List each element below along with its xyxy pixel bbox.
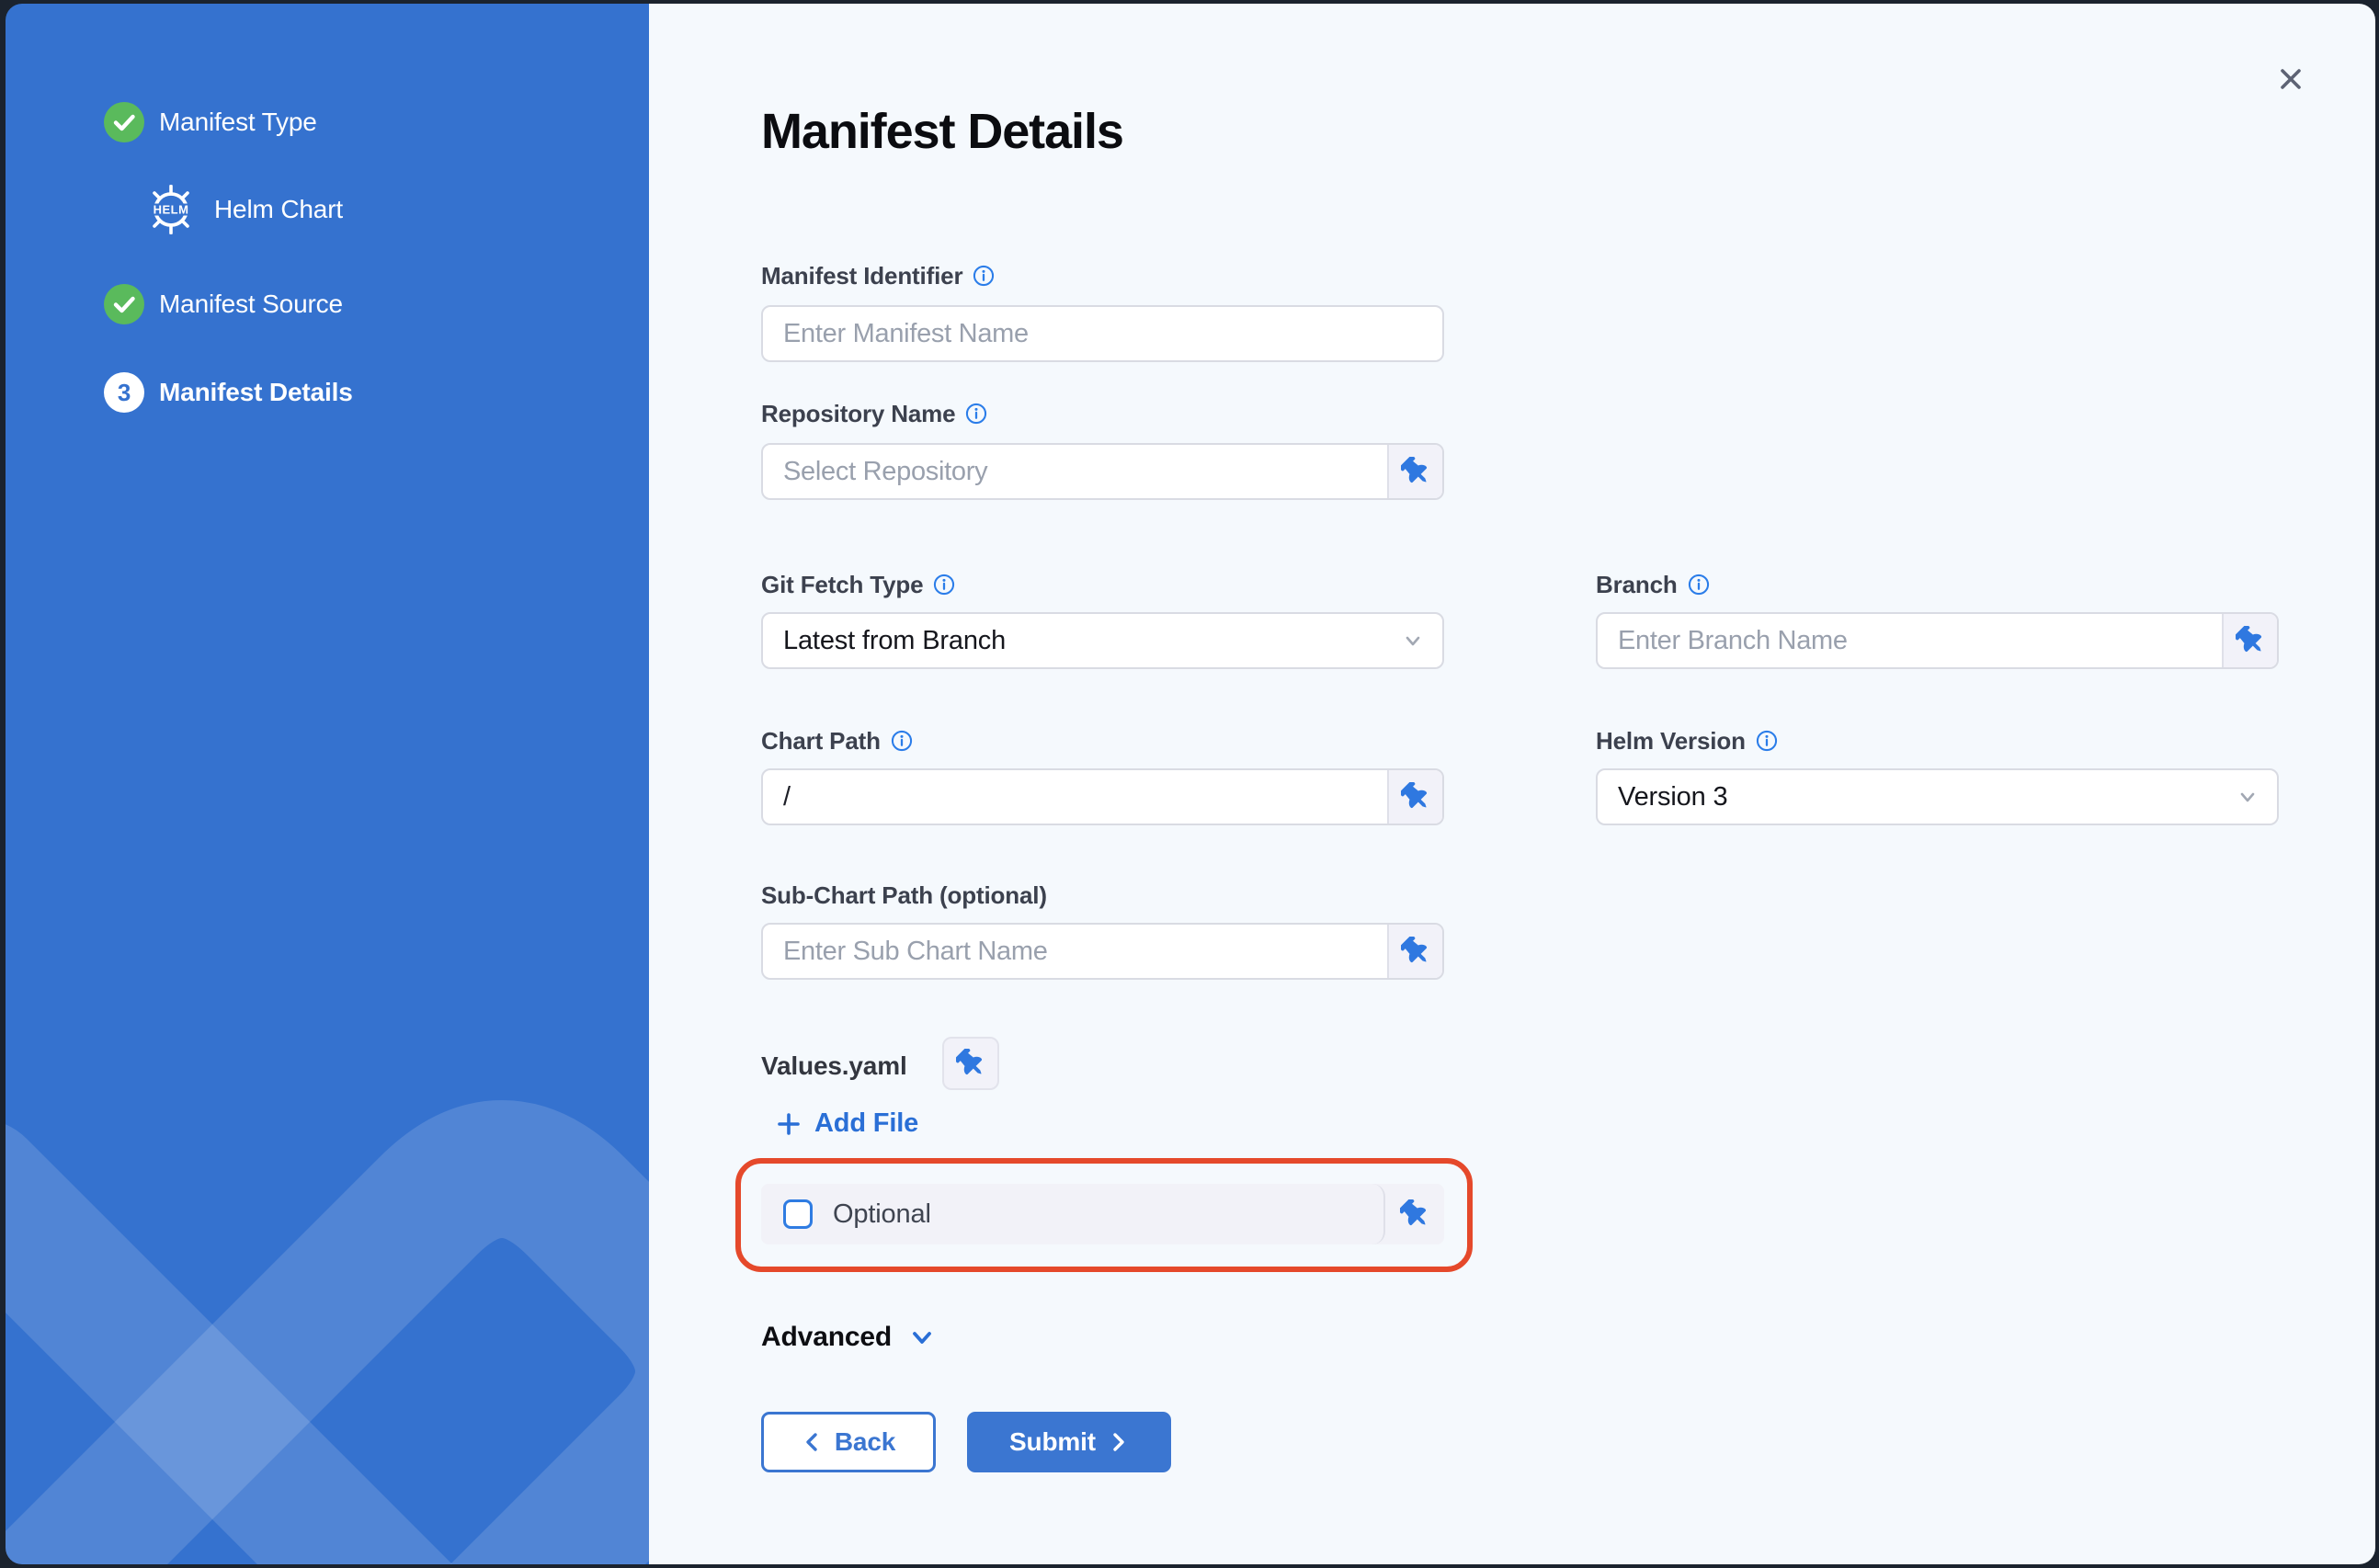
- git-fetch-type-label: Git Fetch Type: [761, 570, 956, 599]
- sidebar-step-manifest-type[interactable]: Manifest Type: [104, 102, 317, 142]
- wizard-sidebar: Manifest Type HELM Helm Chart: [6, 4, 649, 1564]
- pin-runtime-input-button[interactable]: [1387, 770, 1442, 824]
- manifest-identifier-input[interactable]: [763, 307, 1442, 360]
- pin-runtime-input-button[interactable]: [1387, 925, 1442, 978]
- sidebar-step-manifest-details[interactable]: 3 Manifest Details: [104, 372, 353, 413]
- repository-name-input[interactable]: [763, 445, 1387, 498]
- pin-runtime-input-button[interactable]: [1385, 1184, 1444, 1244]
- label-text: Sub-Chart Path (optional): [761, 881, 1047, 910]
- optional-checkbox-label: Optional: [833, 1199, 931, 1230]
- back-label: Back: [835, 1427, 895, 1457]
- pin-icon: [1401, 782, 1430, 812]
- label-text: Repository Name: [761, 400, 955, 428]
- chevron-right-icon: [1107, 1431, 1129, 1453]
- check-icon: [104, 102, 144, 142]
- values-yaml-pin-button[interactable]: [942, 1037, 999, 1090]
- check-icon: [104, 102, 144, 142]
- page-title: Manifest Details: [761, 103, 1123, 160]
- add-file-button[interactable]: Add File: [776, 1108, 918, 1139]
- sidebar-selected-type-helm-chart: HELM Helm Chart: [146, 185, 343, 234]
- helm-version-select[interactable]: Version 3: [1596, 768, 2279, 825]
- pin-icon: [1401, 457, 1430, 486]
- step-label: Manifest Details: [159, 378, 353, 407]
- info-icon[interactable]: [1687, 573, 1711, 597]
- optional-row-body: Optional: [761, 1184, 1385, 1244]
- submit-button[interactable]: Submit: [967, 1412, 1171, 1472]
- pin-icon: [2236, 626, 2265, 655]
- chart-path-field: [761, 768, 1444, 825]
- pin-icon: [1401, 937, 1430, 966]
- manifest-details-panel: Manifest Details Manifest Identifier Rep…: [649, 4, 2375, 1564]
- repository-name-label: Repository Name: [761, 399, 988, 428]
- label-text: Branch: [1596, 571, 1678, 599]
- helm-icon: HELM: [146, 185, 196, 234]
- pin-icon: [1400, 1199, 1429, 1229]
- chevron-down-icon: [1398, 626, 1428, 655]
- brand-watermark: [6, 820, 649, 1564]
- repository-name-field: [761, 443, 1444, 500]
- pin-runtime-input-button[interactable]: [2222, 614, 2277, 667]
- info-icon[interactable]: [890, 729, 914, 753]
- chevron-down-icon: [2233, 782, 2262, 812]
- branch-field: [1596, 612, 2279, 669]
- check-icon: [104, 284, 144, 324]
- chevron-left-icon: [802, 1431, 824, 1453]
- chart-path-input[interactable]: [763, 770, 1387, 824]
- selected-type-label: Helm Chart: [214, 195, 343, 224]
- manifest-identifier-label: Manifest Identifier: [761, 261, 996, 290]
- add-file-label: Add File: [814, 1108, 918, 1139]
- label-text: Chart Path: [761, 727, 881, 756]
- manifest-identifier-field: [761, 305, 1444, 362]
- git-fetch-type-select[interactable]: Latest from Branch: [761, 612, 1444, 669]
- branch-label: Branch: [1596, 570, 1711, 599]
- sub-chart-path-field: [761, 923, 1444, 980]
- label-text: Manifest Identifier: [761, 262, 962, 290]
- values-yaml-label: Values.yaml: [761, 1051, 907, 1081]
- info-icon[interactable]: [972, 264, 996, 288]
- info-icon[interactable]: [964, 402, 988, 426]
- info-icon[interactable]: [1755, 729, 1779, 753]
- sidebar-step-manifest-source[interactable]: Manifest Source: [104, 284, 343, 324]
- pin-icon: [956, 1049, 985, 1078]
- label-text: Git Fetch Type: [761, 571, 923, 599]
- label-text: Helm Version: [1596, 727, 1746, 756]
- close-icon[interactable]: [2272, 61, 2309, 97]
- plus-icon: [776, 1111, 802, 1137]
- back-button[interactable]: Back: [761, 1412, 936, 1472]
- step-number-badge: 3: [104, 372, 144, 413]
- chart-path-label: Chart Path: [761, 726, 914, 756]
- helm-version-label: Helm Version: [1596, 726, 1779, 756]
- selected-value: Latest from Branch: [783, 626, 1006, 656]
- helm-badge-text: HELM: [154, 203, 189, 217]
- pin-runtime-input-button[interactable]: [1387, 445, 1442, 498]
- info-icon[interactable]: [932, 573, 956, 597]
- sub-chart-path-label: Sub-Chart Path (optional): [761, 881, 1047, 910]
- submit-label: Submit: [1009, 1427, 1096, 1457]
- step-label: Manifest Type: [159, 108, 317, 137]
- selected-value: Version 3: [1618, 782, 1727, 812]
- advanced-toggle[interactable]: Advanced: [761, 1322, 938, 1353]
- branch-input[interactable]: [1598, 614, 2222, 667]
- step-label: Manifest Source: [159, 290, 343, 319]
- check-icon: [104, 284, 144, 324]
- advanced-label: Advanced: [761, 1322, 892, 1353]
- sub-chart-path-input[interactable]: [763, 925, 1387, 978]
- optional-row: Optional: [761, 1184, 1444, 1244]
- manifest-wizard-modal: Manifest Type HELM Helm Chart: [6, 4, 2375, 1564]
- chevron-down-icon: [906, 1322, 938, 1353]
- optional-checkbox[interactable]: [783, 1199, 813, 1229]
